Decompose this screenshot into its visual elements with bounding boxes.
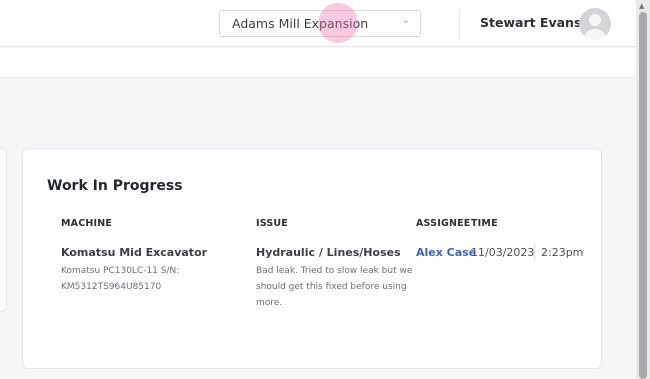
machine-name: Komatsu Mid Excavator — [61, 246, 208, 259]
top-navigation-bar: Adams Mill Expansion ⌄ Stewart Evans▼ — [0, 0, 636, 47]
avatar-body — [583, 29, 607, 40]
issue-detail-line-3: more. — [256, 298, 283, 308]
column-header-issue: ISSUE — [256, 218, 288, 229]
work-in-progress-card: Work In Progress MACHINE ISSUE ASSIGNEE … — [22, 148, 602, 369]
previous-card-edge — [0, 148, 7, 312]
row-time: 2:23pm — [541, 246, 584, 259]
row-date: 11/03/2023 — [471, 246, 535, 259]
avatar-head — [589, 14, 601, 26]
vertical-scrollbar[interactable]: ▲ — [636, 0, 650, 379]
issue-title: Hydraulic / Lines/Hoses — [256, 246, 401, 259]
machine-detail-line-1: Komatsu PC130LC-11 S/N: — [61, 266, 180, 276]
avatar[interactable] — [579, 8, 611, 40]
column-header-machine: MACHINE — [61, 218, 113, 229]
time-separator — [534, 243, 535, 261]
scrollbar-thumb[interactable] — [639, 12, 647, 379]
column-header-assignee: ASSIGNEE — [416, 218, 471, 229]
card-title: Work In Progress — [47, 178, 183, 194]
header-divider — [459, 9, 460, 40]
scroll-up-arrow-icon[interactable]: ▲ — [639, 2, 644, 10]
assignee-link[interactable]: Alex Case — [416, 246, 476, 259]
issue-detail-line-1: Bad leak. Tried to slow leak but we — [256, 266, 413, 276]
issue-detail-line-2: should get this fixed before using — [256, 282, 407, 292]
column-header-time: TIME — [471, 218, 498, 229]
secondary-bar — [0, 48, 636, 78]
chevron-down-icon: ⌄ — [401, 15, 410, 26]
click-highlight — [318, 3, 358, 43]
user-name: Stewart Evans — [480, 15, 582, 30]
user-menu[interactable]: Stewart Evans▼ — [480, 15, 592, 30]
machine-detail-line-2: KM5312TS964U85170 — [61, 282, 162, 292]
